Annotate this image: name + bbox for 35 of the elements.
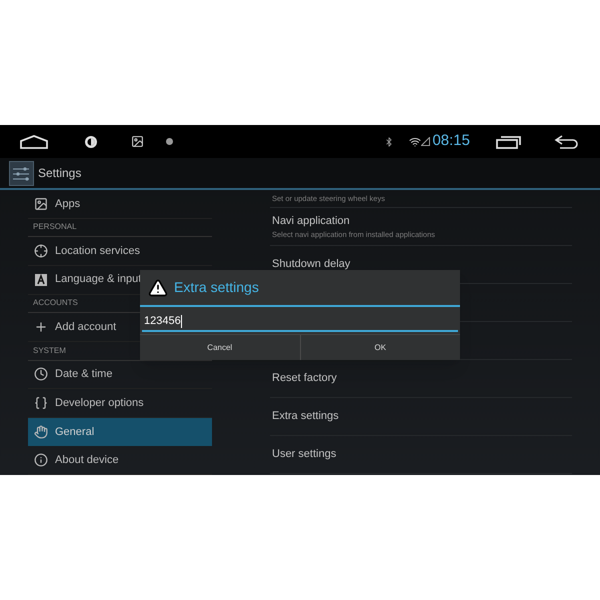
bluetooth-icon xyxy=(384,136,394,146)
info-icon xyxy=(34,453,48,468)
keyboard-key-icon xyxy=(34,272,48,287)
clock-icon xyxy=(34,367,48,382)
settings-app-icon[interactable] xyxy=(9,160,34,186)
home-icon[interactable] xyxy=(20,134,48,148)
dialog-button[interactable]: OK xyxy=(300,335,460,360)
hand-icon xyxy=(34,425,48,440)
recent-apps-icon[interactable] xyxy=(496,134,522,148)
input-field[interactable]: 123456 xyxy=(142,312,458,332)
back-icon[interactable] xyxy=(554,134,580,148)
image-icon[interactable] xyxy=(131,135,144,148)
brightness-icon[interactable] xyxy=(84,134,98,148)
section-header: ACCOUNTS xyxy=(33,297,78,310)
sidebar-item[interactable]: General xyxy=(28,418,212,446)
section-header: SYSTEM xyxy=(33,344,66,357)
image-icon xyxy=(34,196,48,211)
plus-icon xyxy=(34,320,48,334)
warning-icon xyxy=(148,278,168,298)
setting-title[interactable]: Extra settings xyxy=(272,408,570,425)
setting-title[interactable]: Shutdown delay xyxy=(272,256,570,273)
text-cursor xyxy=(180,314,182,328)
setting-title[interactable]: Reset factory xyxy=(272,370,570,387)
sidebar-item[interactable]: Location services xyxy=(28,237,212,266)
sidebar-item[interactable]: About device xyxy=(28,446,212,475)
crosshair-icon xyxy=(34,244,48,258)
action-bar-title: Settings xyxy=(38,165,82,182)
section-header: PERSONAL xyxy=(33,221,77,234)
braces-icon xyxy=(34,396,48,410)
status-time: 08:15 xyxy=(432,131,470,152)
setting-title[interactable]: User settings xyxy=(272,446,570,463)
sidebar-item[interactable]: Apps xyxy=(28,190,212,219)
wifi-icon xyxy=(409,136,422,148)
setting-title[interactable]: Navi application xyxy=(272,212,570,230)
signal-icon xyxy=(421,137,430,146)
